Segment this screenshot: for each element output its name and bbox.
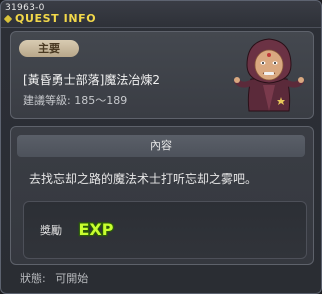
quest-name: [黃昏勇士部落]魔法冶煉2 <box>23 73 160 87</box>
quest-status: 狀態: 可開始 <box>20 270 88 286</box>
exp-icon-text: EXP <box>79 220 114 239</box>
level-label: 建議等級: <box>23 94 71 107</box>
quest-description: 去找忘却之路的魔法术士打听忘却之雾吧。 <box>29 172 258 186</box>
recommended-level: 建議等級: 185～189 <box>23 92 127 108</box>
reward-box: 獎勵 EXP <box>23 201 307 259</box>
title-divider <box>1 27 321 28</box>
window-title: QUEST INFO <box>15 12 97 25</box>
status-value: 可開始 <box>55 272 89 285</box>
content-section-header: 內容 <box>17 135 305 157</box>
level-range: 185～189 <box>74 94 128 107</box>
quest-detail-panel: 內容 去找忘却之路的魔法术士打听忘却之雾吧。 獎勵 EXP <box>10 126 314 265</box>
window-title-bar[interactable]: QUEST INFO <box>3 12 97 25</box>
reward-label: 獎勵 <box>40 224 62 237</box>
title-bullet-icon <box>3 14 13 23</box>
quest-info-window: 31963-0 QUEST INFO 主要 [黃昏勇士部落]魔法冶煉2 建議等級… <box>0 0 322 294</box>
hooded-wizard-npc-icon <box>234 38 304 112</box>
exp-icon[interactable]: EXP <box>74 216 118 242</box>
quest-category-badge: 主要 <box>19 40 79 57</box>
status-label: 狀態: <box>20 272 46 285</box>
